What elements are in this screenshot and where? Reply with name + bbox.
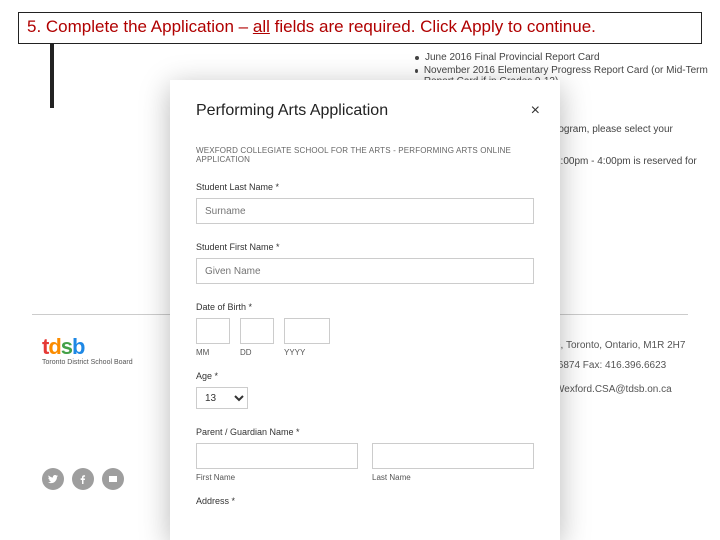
dob-month-sublabel: MM xyxy=(196,348,230,357)
twitter-icon[interactable] xyxy=(42,468,64,490)
guardian-lastname-sublabel: Last Name xyxy=(372,473,534,482)
lastname-label: Student Last Name * xyxy=(196,182,534,192)
firstname-label: Student First Name * xyxy=(196,242,534,252)
dob-day-input[interactable] xyxy=(240,318,274,344)
social-icons xyxy=(42,468,124,490)
dob-year-input[interactable] xyxy=(284,318,330,344)
tdsb-logo: tdsb Toronto District School Board xyxy=(42,334,133,366)
age-select[interactable]: 13 xyxy=(196,387,248,409)
dob-label: Date of Birth * xyxy=(196,302,534,312)
guardian-lastname-input[interactable] xyxy=(372,443,534,469)
partial-fax: .6874 Fax: 416.396.6623 xyxy=(555,360,666,371)
email-icon[interactable] xyxy=(102,468,124,490)
list-item: June 2016 Final Provincial Report Card xyxy=(425,52,600,63)
modal-title: Performing Arts Application xyxy=(196,102,534,120)
guardian-firstname-sublabel: First Name xyxy=(196,473,358,482)
bullet-icon xyxy=(415,69,418,73)
facebook-icon[interactable] xyxy=(72,468,94,490)
decorative-vertical-bar xyxy=(50,44,54,108)
lastname-input[interactable] xyxy=(196,198,534,224)
modal-subtitle: WEXFORD COLLEGIATE SCHOOL FOR THE ARTS -… xyxy=(196,146,534,164)
application-modal: Performing Arts Application × WEXFORD CO… xyxy=(170,80,560,540)
instruction-part-a: 5. Complete the Application – xyxy=(27,17,253,36)
age-label: Age * xyxy=(196,371,534,381)
guardian-label: Parent / Guardian Name * xyxy=(196,427,534,437)
instruction-part-b: all xyxy=(253,17,270,36)
partial-text-program: rogram, please select your xyxy=(555,124,710,135)
instruction-text: 5. Complete the Application – all fields… xyxy=(27,17,693,37)
instruction-part-c: fields are required. Click Apply to cont… xyxy=(270,17,596,36)
bullet-icon xyxy=(415,56,419,60)
dob-year-sublabel: YYYY xyxy=(284,348,305,357)
instruction-bar: 5. Complete the Application – all fields… xyxy=(18,12,702,44)
contact-email: Wexford.CSA@tdsb.on.ca xyxy=(555,384,672,395)
close-icon[interactable]: × xyxy=(531,102,540,120)
guardian-firstname-input[interactable] xyxy=(196,443,358,469)
address-label: Address * xyxy=(196,496,534,506)
firstname-input[interactable] xyxy=(196,258,534,284)
dob-day-sublabel: DD xyxy=(240,348,274,357)
logo-tagline: Toronto District School Board xyxy=(42,359,133,366)
partial-address: e, Toronto, Ontario, M1R 2H7 xyxy=(555,340,685,351)
partial-text-time: 1:00pm - 4:00pm is reserved for xyxy=(555,156,697,167)
dob-month-input[interactable] xyxy=(196,318,230,344)
